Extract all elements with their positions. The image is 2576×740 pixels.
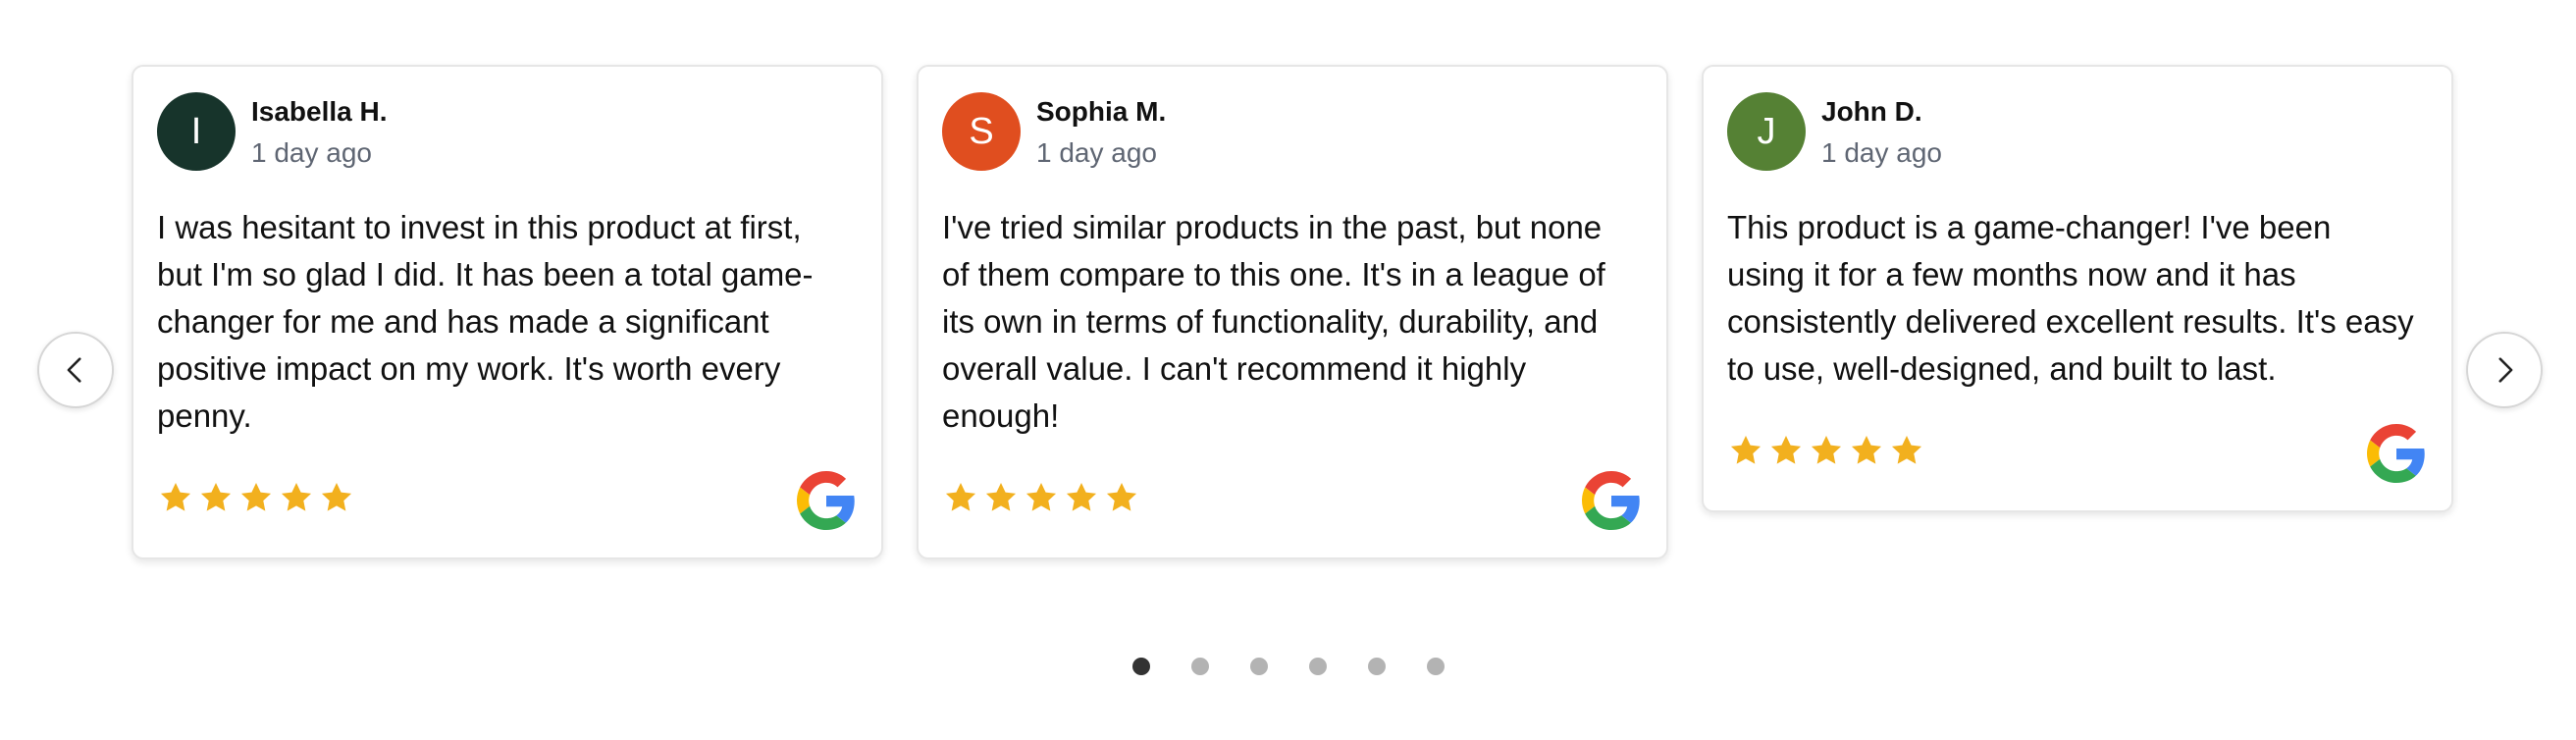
google-icon [1582, 471, 1641, 530]
review-text: I've tried similar products in the past,… [942, 209, 1605, 434]
star-rating [942, 479, 1140, 516]
star-icon [278, 479, 315, 516]
star-rating [157, 479, 355, 516]
review-card: I Isabella H. 1 day ago I was hesitant t… [131, 65, 883, 559]
pagination-dot[interactable] [1368, 658, 1386, 675]
star-icon [1103, 479, 1140, 516]
star-icon [1767, 432, 1805, 469]
review-time: 1 day ago [1036, 137, 1157, 168]
review-text: This product is a game-changer! I've bee… [1727, 209, 2414, 387]
star-icon [318, 479, 355, 516]
previous-button[interactable] [37, 332, 114, 408]
pagination-dot[interactable] [1250, 658, 1268, 675]
review-time: 1 day ago [1821, 137, 1942, 168]
star-icon [982, 479, 1020, 516]
star-icon [157, 479, 194, 516]
pagination-dot[interactable] [1427, 658, 1445, 675]
review-time: 1 day ago [251, 137, 372, 168]
star-icon [1848, 432, 1885, 469]
reviewer-name: Sophia M. [1036, 96, 1167, 127]
star-rating [1727, 432, 1925, 469]
chevron-right-icon [2498, 357, 2513, 383]
pagination-dots [1132, 658, 1445, 675]
avatar: I [157, 92, 236, 171]
pagination-dot[interactable] [1132, 658, 1150, 675]
pagination-dot[interactable] [1191, 658, 1209, 675]
star-icon [237, 479, 275, 516]
star-icon [1888, 432, 1925, 469]
star-icon [197, 479, 235, 516]
review-text: I was hesitant to invest in this product… [157, 209, 814, 434]
chevron-left-icon [67, 357, 81, 383]
google-icon [2367, 424, 2426, 483]
avatar: S [942, 92, 1021, 171]
reviewer-name: Isabella H. [251, 96, 388, 127]
avatar: J [1727, 92, 1806, 171]
star-icon [942, 479, 979, 516]
review-card: S Sophia M. 1 day ago I've tried similar… [917, 65, 1668, 559]
star-icon [1727, 432, 1764, 469]
next-button[interactable] [2466, 332, 2543, 408]
star-icon [1023, 479, 1060, 516]
reviewer-name: John D. [1821, 96, 1922, 127]
star-icon [1063, 479, 1100, 516]
pagination-dot[interactable] [1309, 658, 1327, 675]
reviews-carousel: I Isabella H. 1 day ago I was hesitant t… [0, 0, 2576, 740]
google-icon [797, 471, 856, 530]
review-card: J John D. 1 day ago This product is a ga… [1702, 65, 2453, 512]
star-icon [1808, 432, 1845, 469]
